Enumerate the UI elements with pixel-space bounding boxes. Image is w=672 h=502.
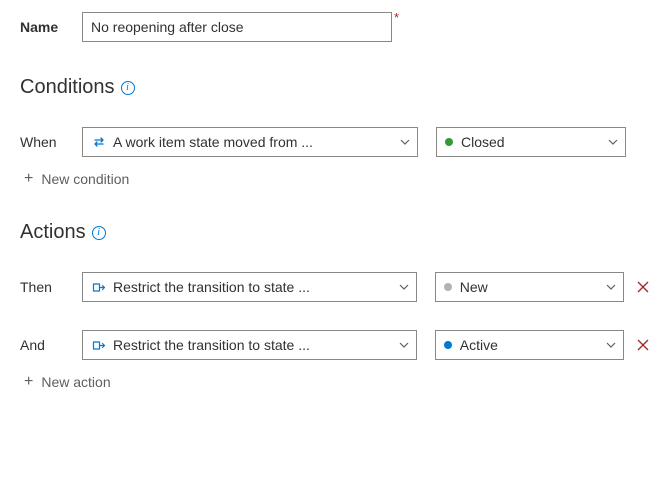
info-icon[interactable]: i [92, 226, 106, 240]
rule-name-input[interactable] [82, 12, 392, 42]
info-icon[interactable]: i [121, 81, 135, 95]
action-type-dropdown[interactable]: Restrict the transition to state ... [82, 272, 417, 302]
plus-icon: + [24, 171, 33, 187]
restrict-icon [91, 280, 107, 294]
actions-heading-text: Actions [20, 221, 86, 244]
action-state-dropdown[interactable]: New [435, 272, 624, 302]
dropdown-text: Restrict the transition to state ... [113, 337, 398, 353]
new-action-label: New action [41, 374, 110, 390]
chevron-down-icon [398, 281, 410, 293]
delete-row-button[interactable] [634, 278, 652, 296]
action-state-dropdown[interactable]: Active [435, 330, 624, 360]
required-indicator: * [394, 10, 399, 25]
plus-icon: + [24, 374, 33, 390]
condition-row: When A work item state moved from ... Clos… [20, 127, 652, 157]
action-row: And Restrict the transition to state ... A… [20, 330, 652, 360]
chevron-down-icon [398, 339, 410, 351]
new-condition-label: New condition [41, 171, 129, 187]
state-dot-icon [444, 341, 452, 349]
condition-state-dropdown[interactable]: Closed [436, 127, 626, 157]
conditions-heading-text: Conditions [20, 76, 115, 99]
state-dot-icon [444, 283, 452, 291]
dropdown-text: Closed [461, 134, 607, 150]
action-row: Then Restrict the transition to state ...… [20, 272, 652, 302]
new-action-button[interactable]: + New action [24, 374, 652, 390]
action-type-dropdown[interactable]: Restrict the transition to state ... [82, 330, 417, 360]
chevron-down-icon [605, 281, 617, 293]
row-label: Then [20, 279, 82, 295]
conditions-heading: Conditions i [20, 76, 652, 99]
row-label: When [20, 134, 82, 150]
state-transition-icon [91, 135, 107, 149]
chevron-down-icon [399, 136, 411, 148]
dropdown-text: A work item state moved from ... [113, 134, 399, 150]
delete-row-button[interactable] [634, 336, 652, 354]
row-label: And [20, 337, 82, 353]
chevron-down-icon [605, 339, 617, 351]
restrict-icon [91, 338, 107, 352]
dropdown-text: Restrict the transition to state ... [113, 279, 398, 295]
chevron-down-icon [607, 136, 619, 148]
name-label: Name [20, 19, 82, 35]
state-dot-icon [445, 138, 453, 146]
dropdown-text: New [460, 279, 605, 295]
dropdown-text: Active [460, 337, 605, 353]
new-condition-button[interactable]: + New condition [24, 171, 652, 187]
actions-heading: Actions i [20, 221, 652, 244]
name-row: Name * [20, 12, 652, 42]
condition-type-dropdown[interactable]: A work item state moved from ... [82, 127, 418, 157]
